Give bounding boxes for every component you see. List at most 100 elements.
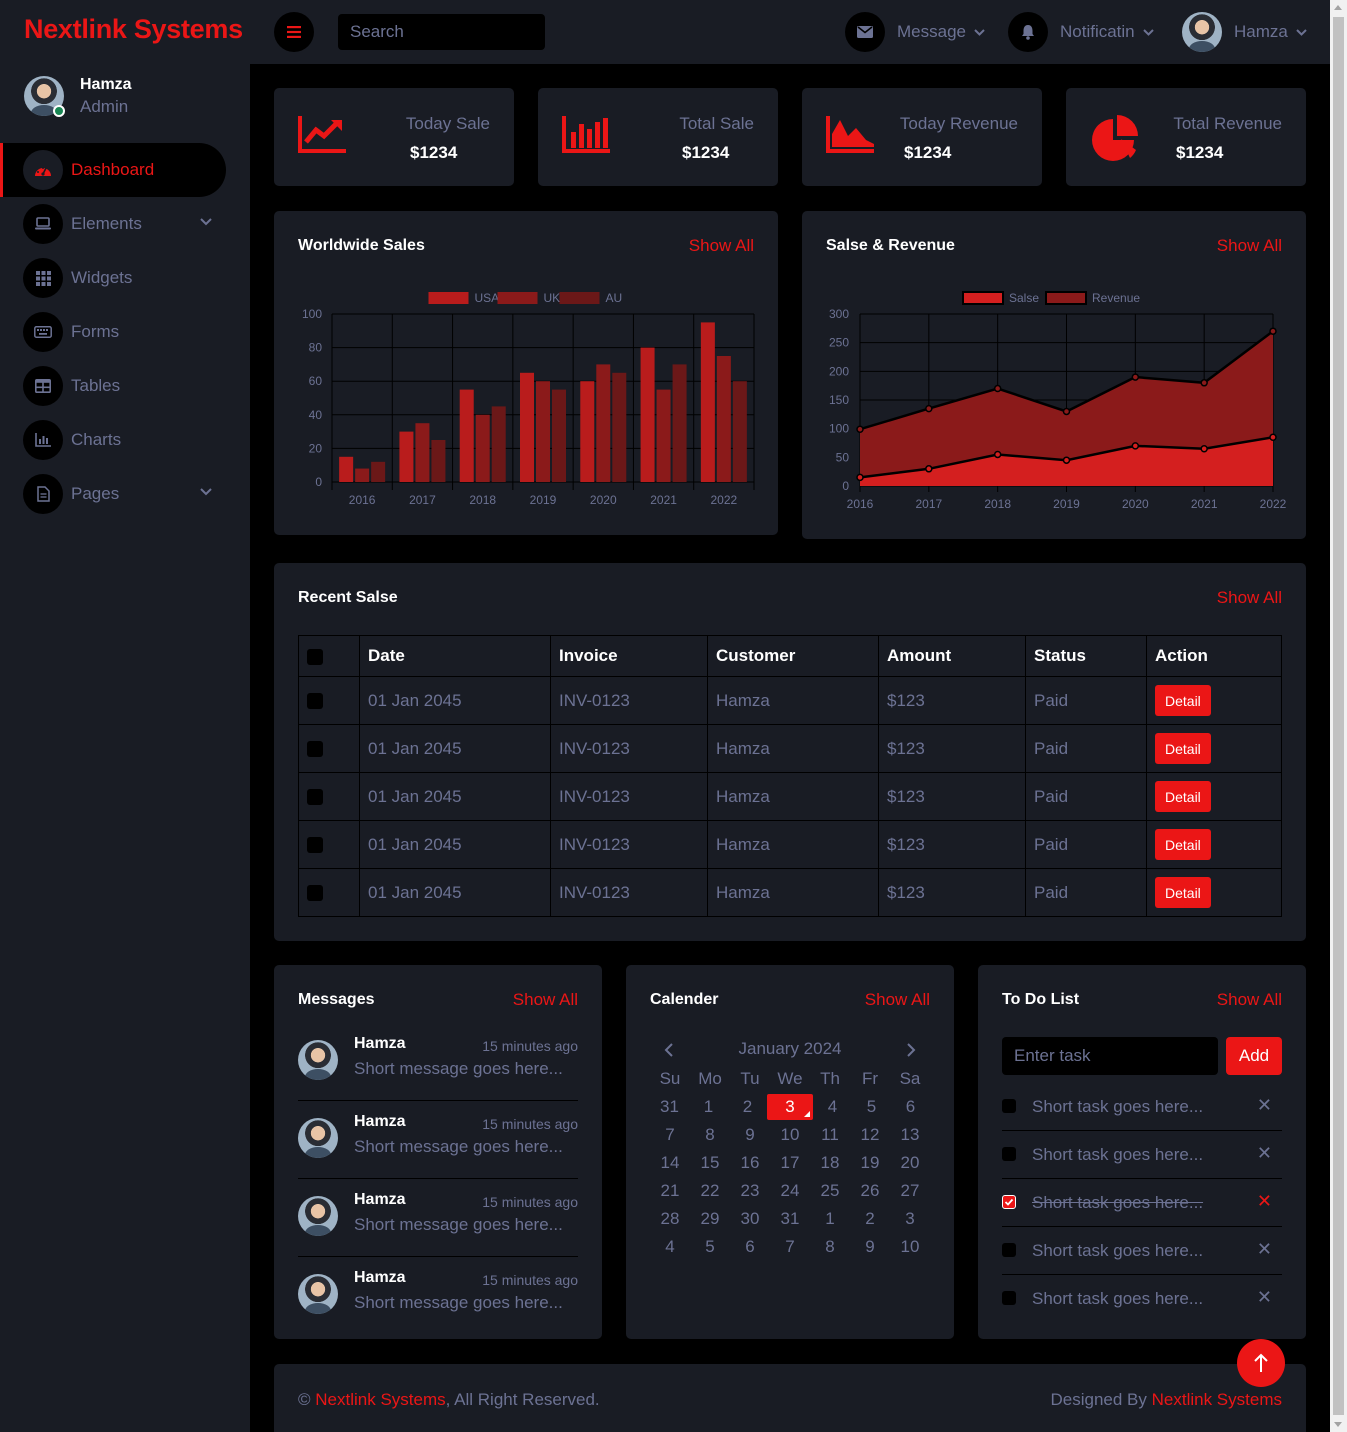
- bar[interactable]: [536, 381, 550, 482]
- message-item[interactable]: Hamza 15 minutes ago Short message goes …: [298, 1023, 578, 1101]
- brand-logo[interactable]: Nextlink Systems: [24, 14, 243, 45]
- sidebar-item-elements[interactable]: Elements: [0, 197, 250, 251]
- calendar-day[interactable]: 10: [890, 1233, 930, 1261]
- bar[interactable]: [491, 406, 506, 482]
- show-all-link[interactable]: Show All: [1217, 588, 1282, 608]
- calendar-day[interactable]: 1: [689, 1093, 728, 1121]
- bar[interactable]: [612, 372, 627, 482]
- bar[interactable]: [580, 381, 595, 482]
- data-point[interactable]: [1200, 444, 1208, 453]
- scroll-down-arrow-icon[interactable]: [1334, 1422, 1342, 1427]
- bar[interactable]: [640, 347, 655, 482]
- task-checkbox[interactable]: [1002, 1147, 1016, 1161]
- notification-dropdown[interactable]: Notificatin: [1008, 12, 1154, 52]
- calendar-day[interactable]: 7: [650, 1121, 690, 1149]
- legend-swatch[interactable]: [962, 291, 1004, 305]
- data-point[interactable]: [1269, 327, 1277, 335]
- calendar-day[interactable]: 3: [890, 1205, 930, 1233]
- bar[interactable]: [732, 381, 747, 482]
- show-all-link[interactable]: Show All: [865, 990, 930, 1010]
- calendar-day[interactable]: 14: [650, 1149, 690, 1177]
- message-item[interactable]: Hamza 15 minutes ago Short message goes …: [298, 1101, 578, 1179]
- calendar-day[interactable]: 28: [650, 1205, 690, 1233]
- detail-button[interactable]: Detail: [1155, 733, 1211, 764]
- delete-task-icon[interactable]: ✕: [1257, 1095, 1272, 1116]
- delete-task-icon[interactable]: ✕: [1257, 1143, 1272, 1164]
- delete-task-icon[interactable]: ✕: [1257, 1191, 1272, 1212]
- legend-swatch[interactable]: [559, 292, 600, 304]
- calendar-day[interactable]: 10: [770, 1121, 810, 1149]
- select-all-checkbox[interactable]: [307, 648, 323, 665]
- calendar-day[interactable]: 22: [690, 1177, 730, 1205]
- calendar-day[interactable]: 16: [730, 1149, 770, 1177]
- calendar-day[interactable]: 8: [810, 1233, 850, 1261]
- calendar-day[interactable]: 9: [850, 1233, 890, 1261]
- data-point[interactable]: [925, 465, 933, 473]
- bar[interactable]: [415, 423, 430, 482]
- delete-task-icon[interactable]: ✕: [1257, 1287, 1272, 1308]
- calendar-day[interactable]: 5: [852, 1093, 891, 1121]
- calendar-day[interactable]: 31: [770, 1205, 810, 1233]
- search-input[interactable]: [338, 14, 545, 50]
- message-dropdown[interactable]: Message: [845, 12, 985, 52]
- footer-designer-link[interactable]: Nextlink Systems: [1152, 1390, 1282, 1409]
- bar[interactable]: [431, 440, 446, 482]
- detail-button[interactable]: Detail: [1155, 781, 1211, 812]
- calendar-day[interactable]: 26: [850, 1177, 890, 1205]
- data-point[interactable]: [993, 384, 1002, 393]
- row-checkbox[interactable]: [307, 885, 323, 902]
- calendar-day[interactable]: 29: [690, 1205, 730, 1233]
- scrollbar-thumb[interactable]: [1333, 17, 1344, 1415]
- detail-button[interactable]: Detail: [1155, 877, 1211, 908]
- calendar-day[interactable]: 20: [890, 1149, 930, 1177]
- bar[interactable]: [700, 322, 715, 482]
- bar[interactable]: [716, 356, 731, 482]
- sidebar-item-forms[interactable]: Forms: [0, 305, 250, 359]
- calendar-day[interactable]: 11: [810, 1121, 850, 1149]
- row-checkbox[interactable]: [307, 789, 323, 806]
- page-scrollbar[interactable]: [1330, 0, 1347, 1432]
- calendar-day[interactable]: 2: [728, 1093, 767, 1121]
- back-to-top-button[interactable]: [1237, 1339, 1285, 1387]
- data-point[interactable]: [993, 450, 1002, 459]
- task-checkbox[interactable]: [1002, 1291, 1016, 1305]
- legend-swatch[interactable]: [497, 292, 538, 304]
- task-input[interactable]: [1002, 1037, 1218, 1075]
- calendar-day-selected[interactable]: 3: [767, 1093, 813, 1121]
- bar[interactable]: [399, 431, 414, 482]
- calendar-day[interactable]: 7: [770, 1233, 810, 1261]
- data-point[interactable]: [1131, 442, 1140, 450]
- sidebar-item-tables[interactable]: Tables: [0, 359, 250, 413]
- task-checkbox[interactable]: [1002, 1099, 1016, 1113]
- show-all-link[interactable]: Show All: [513, 990, 578, 1010]
- legend-swatch[interactable]: [428, 292, 469, 304]
- data-point[interactable]: [1200, 379, 1208, 387]
- task-checkbox[interactable]: [1002, 1195, 1016, 1209]
- row-checkbox[interactable]: [307, 837, 323, 854]
- data-point[interactable]: [1269, 433, 1277, 442]
- calendar-day[interactable]: 13: [890, 1121, 930, 1149]
- bar[interactable]: [459, 389, 474, 482]
- detail-button[interactable]: Detail: [1155, 829, 1211, 860]
- sidebar-item-dashboard[interactable]: Dashboard: [0, 143, 226, 197]
- bar[interactable]: [672, 364, 687, 482]
- delete-task-icon[interactable]: ✕: [1257, 1239, 1272, 1260]
- scroll-up-arrow-icon[interactable]: [1334, 5, 1342, 10]
- calendar-day[interactable]: 6: [891, 1093, 930, 1121]
- bar[interactable]: [371, 461, 386, 482]
- data-point[interactable]: [1131, 373, 1140, 381]
- bar[interactable]: [475, 414, 490, 482]
- data-point[interactable]: [1062, 456, 1071, 464]
- chevron-right-icon[interactable]: [906, 1043, 916, 1057]
- calendar-day[interactable]: 30: [730, 1205, 770, 1233]
- footer-brand-link[interactable]: Nextlink Systems: [315, 1390, 445, 1409]
- calendar-day[interactable]: 17: [770, 1149, 810, 1177]
- message-item[interactable]: Hamza 15 minutes ago Short message goes …: [298, 1257, 578, 1335]
- message-item[interactable]: Hamza 15 minutes ago Short message goes …: [298, 1179, 578, 1257]
- legend-swatch[interactable]: [1045, 291, 1087, 305]
- bar[interactable]: [520, 372, 534, 482]
- calendar-day[interactable]: 24: [770, 1177, 810, 1205]
- row-checkbox[interactable]: [307, 693, 323, 710]
- calendar-day[interactable]: 15: [690, 1149, 730, 1177]
- detail-button[interactable]: Detail: [1155, 685, 1211, 716]
